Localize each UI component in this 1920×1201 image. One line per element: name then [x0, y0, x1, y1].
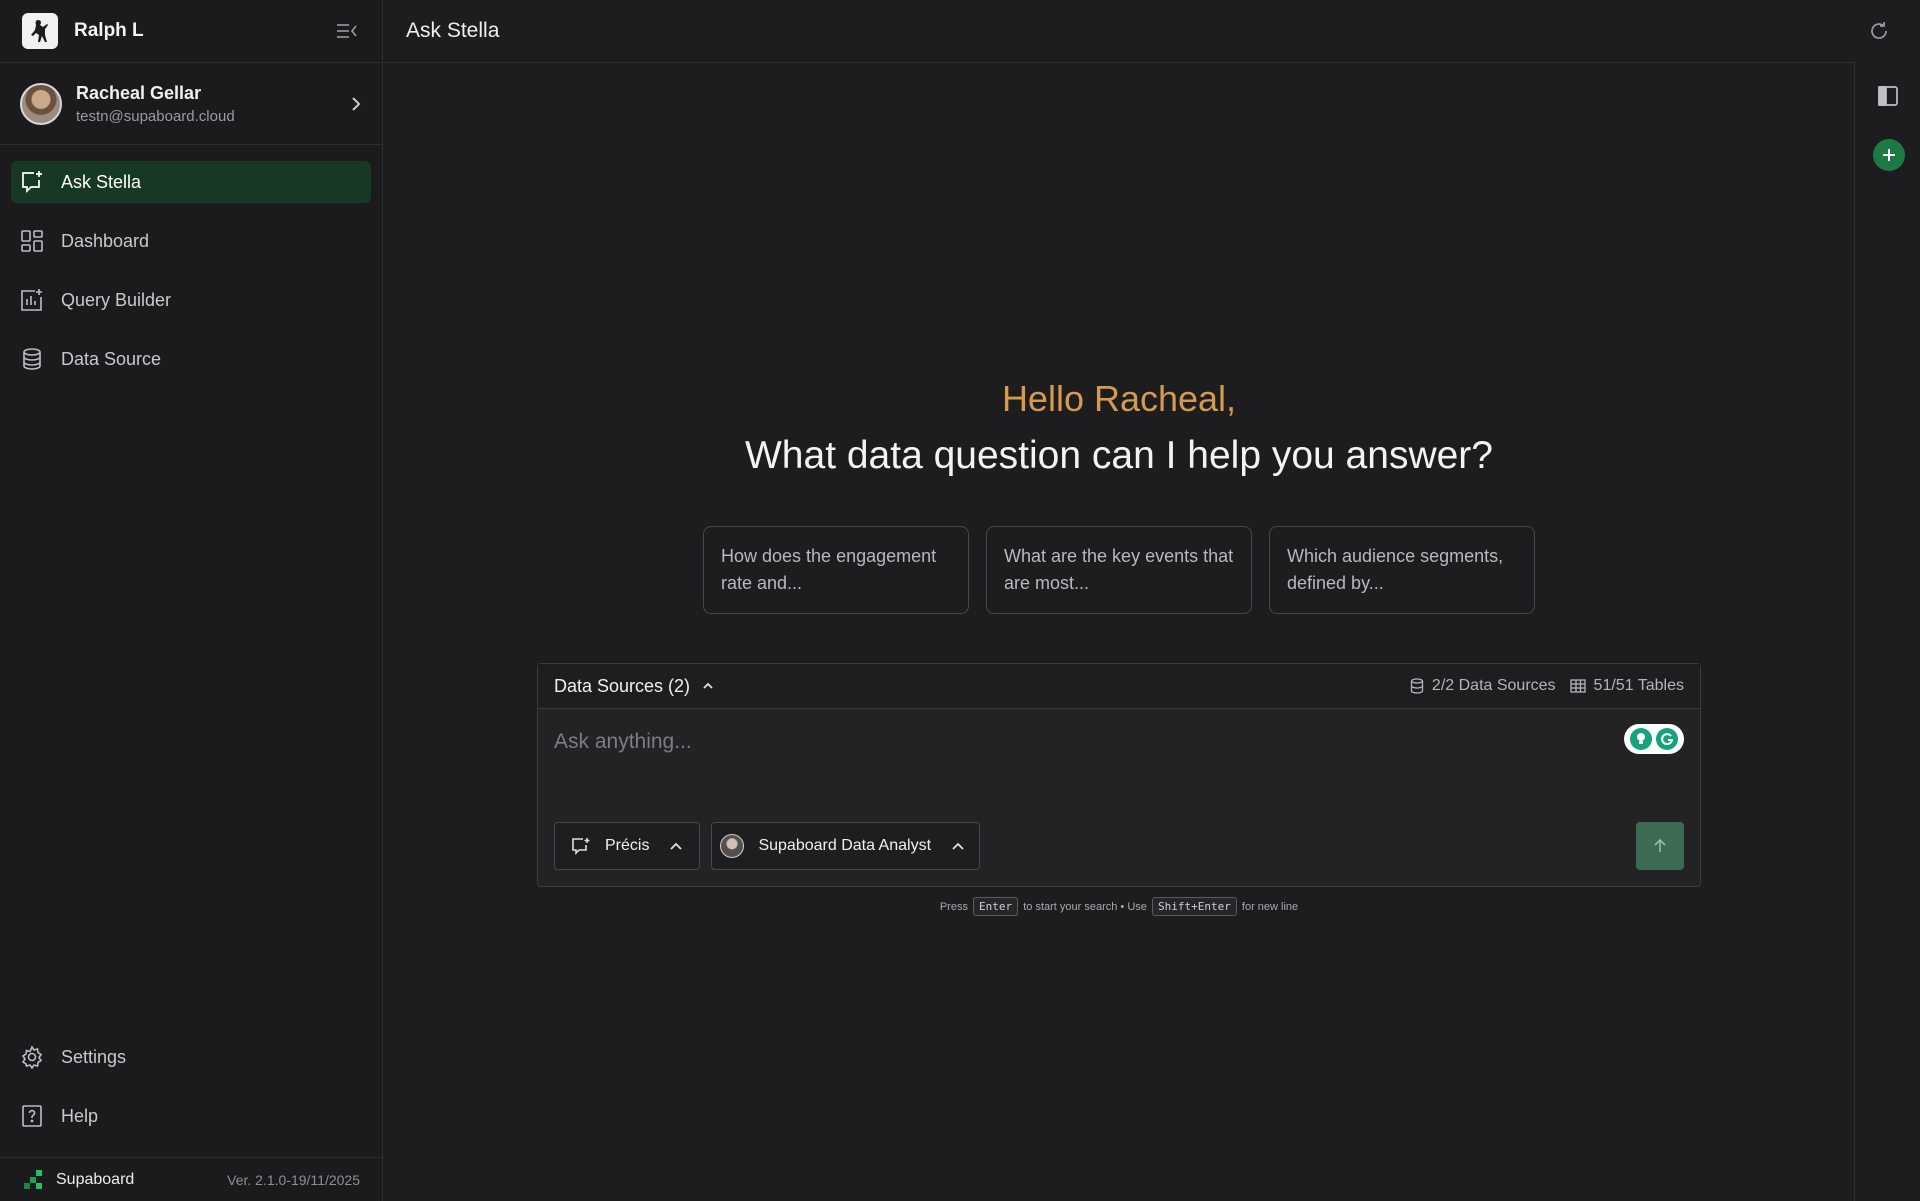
nav-item-query-builder[interactable]: Query Builder	[11, 279, 371, 321]
user-name: Racheal Gellar	[76, 82, 202, 103]
sidebar-footer: Supaboard Ver. 2.1.0-19/11/2025	[0, 1157, 382, 1201]
nav-item-help[interactable]: Help	[11, 1095, 371, 1137]
org-header: Ralph L	[0, 0, 382, 63]
new-chat-button[interactable]	[1873, 139, 1905, 171]
agent-selector[interactable]: Supaboard Data Analyst	[711, 822, 981, 870]
nav-label: Settings	[61, 1046, 127, 1067]
greeting-hello: Hello Racheal,	[1001, 378, 1237, 419]
table-icon	[1569, 679, 1586, 693]
avatar	[20, 82, 62, 125]
help-icon	[19, 1103, 45, 1129]
greeting-question: What data question can I help you answer…	[745, 434, 1493, 477]
chevron-right-icon	[352, 96, 361, 111]
user-profile[interactable]: Racheal Gellar testn@supaboard.cloud	[0, 63, 382, 145]
grid-icon	[19, 228, 45, 254]
hint-end: for new line	[1241, 901, 1299, 913]
agent-avatar	[720, 834, 745, 858]
chart-plus-icon	[19, 287, 45, 313]
data-source-stats: 2/2 Data Sources 51/51 Tables	[1396, 677, 1684, 695]
shift-enter-key: Shift+Enter	[1151, 897, 1237, 916]
mode-selector[interactable]: Précis	[554, 822, 701, 870]
suggestion-list: How does the engagement rate and... What…	[703, 526, 1535, 614]
tables-stat: 51/51 Tables	[1569, 677, 1684, 695]
keyboard-hint: Press Enter to start your search • Use S…	[384, 897, 1854, 916]
plus-icon	[1883, 149, 1895, 161]
toggle-panel-icon[interactable]	[1875, 83, 1901, 109]
nav-label: Help	[61, 1105, 99, 1126]
sources-stat: 2/2 Data Sources	[1410, 677, 1556, 695]
page-title: Ask Stella	[406, 19, 500, 42]
lightbulb-icon	[1630, 728, 1652, 750]
nav-item-dashboard[interactable]: Dashboard	[11, 220, 371, 262]
prompt-input[interactable]	[554, 724, 1574, 760]
sidebar-bottom-nav: Settings Help	[11, 1036, 371, 1154]
nav-label: Data Source	[61, 348, 162, 369]
main-content: Ask Stella Hello Racheal, What data ques…	[384, 0, 1887, 1201]
data-sources-toggle[interactable]: Data Sources (2)	[554, 676, 714, 697]
composer-footer: Précis Supaboard Data Analyst	[554, 822, 1684, 870]
chevron-up-icon	[703, 682, 713, 689]
grammarly-widget[interactable]	[1624, 724, 1684, 754]
composer-header: Data Sources (2) 2/2 Data Sources 51/51 …	[538, 664, 1700, 709]
org-logo	[22, 13, 58, 49]
gear-icon	[19, 1044, 45, 1070]
nav-label: Ask Stella	[61, 171, 142, 192]
page-header: Ask Stella	[384, 0, 1854, 63]
refresh-icon[interactable]	[1866, 18, 1892, 44]
send-button[interactable]	[1636, 822, 1684, 870]
app-root: Ralph L Racheal Gellar testn@supaboard.c…	[0, 0, 1920, 1201]
brand-name: Supaboard	[56, 1170, 135, 1188]
chat-mode-icon	[571, 837, 591, 855]
hint-mid: to start your search • Use	[1023, 901, 1147, 913]
suggestion-card[interactable]: Which audience segments, defined by...	[1269, 526, 1535, 614]
chevron-up-icon	[669, 841, 683, 851]
sources-stat-label: 2/2 Data Sources	[1431, 677, 1556, 694]
agent-avatar-wrap	[720, 834, 745, 858]
profile-text: Racheal Gellar testn@supaboard.cloud	[76, 83, 350, 125]
suggestion-card[interactable]: How does the engagement rate and...	[703, 526, 969, 614]
app-version: Ver. 2.1.0-19/11/2025	[227, 1171, 360, 1188]
suggestion-card[interactable]: What are the key events that are most...	[986, 526, 1252, 614]
agent-label: Supaboard Data Analyst	[758, 837, 932, 854]
right-rail	[1854, 63, 1920, 1201]
mode-label: Précis	[605, 837, 650, 854]
nav-item-settings[interactable]: Settings	[11, 1036, 371, 1078]
supaboard-logo-icon	[24, 1169, 42, 1189]
enter-key: Enter	[973, 897, 1019, 916]
grammarly-icon	[1656, 728, 1678, 750]
tables-stat-label: 51/51 Tables	[1593, 677, 1684, 694]
data-sources-label: Data Sources (2)	[554, 675, 691, 696]
database-icon	[19, 346, 45, 372]
greeting: Hello Racheal, What data question can I …	[384, 378, 1854, 478]
main-nav: Ask Stella Dashboard Query Builder Data …	[0, 145, 382, 380]
nav-item-data-source[interactable]: Data Source	[11, 338, 371, 380]
chat-composer: Data Sources (2) 2/2 Data Sources 51/51 …	[537, 663, 1701, 887]
database-icon	[1410, 678, 1424, 694]
chevron-up-icon	[951, 841, 965, 851]
collapse-sidebar-icon[interactable]	[334, 18, 360, 44]
org-name: Ralph L	[74, 20, 144, 41]
nav-label: Query Builder	[61, 289, 172, 310]
nav-label: Dashboard	[61, 230, 150, 251]
user-email: testn@supaboard.cloud	[76, 107, 235, 125]
arrow-up-icon	[1654, 838, 1666, 852]
nav-item-ask-stella[interactable]: Ask Stella	[11, 161, 371, 203]
hint-press: Press	[939, 901, 968, 913]
sidebar: Ralph L Racheal Gellar testn@supaboard.c…	[0, 0, 383, 1201]
chat-spark-icon	[19, 169, 45, 195]
